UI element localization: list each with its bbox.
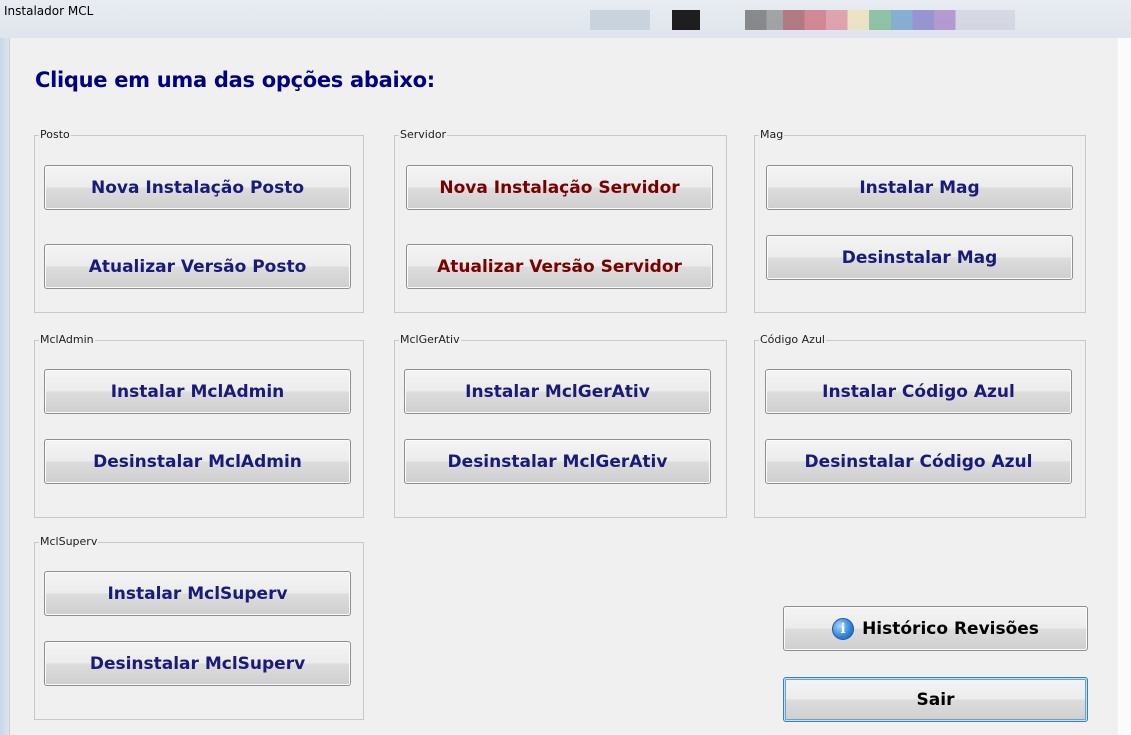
instalar-mclsuperv-button[interactable]: Instalar MclSuperv	[44, 571, 351, 616]
window-left-edge	[0, 38, 9, 735]
group-label-servidor: Servidor	[399, 128, 448, 142]
page-heading: Clique em uma das opções abaixo:	[35, 68, 435, 92]
nova-instalacao-posto-button[interactable]: Nova Instalação Posto	[44, 165, 351, 210]
atualizar-versao-posto-button[interactable]: Atualizar Versão Posto	[44, 244, 351, 289]
historico-revisoes-label: Histórico Revisões	[862, 618, 1039, 639]
group-label-mclsuperv: MclSuperv	[39, 535, 99, 549]
window-title: Instalador MCL	[4, 4, 94, 18]
instalar-codigo-azul-button[interactable]: Instalar Código Azul	[765, 369, 1072, 414]
group-label-codigo-azul: Código Azul	[759, 333, 826, 347]
desinstalar-mclsuperv-button[interactable]: Desinstalar MclSuperv	[44, 641, 351, 686]
instalar-mclgerativ-button[interactable]: Instalar MclGerAtiv	[404, 369, 711, 414]
instalar-mcladmin-button[interactable]: Instalar MclAdmin	[44, 369, 351, 414]
group-mclsuperv: MclSuperv	[34, 535, 364, 720]
window-right-edge	[1118, 38, 1131, 735]
group-mag: Mag	[754, 128, 1086, 313]
desinstalar-codigo-azul-button[interactable]: Desinstalar Código Azul	[765, 439, 1072, 484]
title-bar: Instalador MCL	[0, 0, 1131, 38]
title-bar-decoration	[672, 10, 700, 30]
info-icon: i	[832, 617, 855, 640]
title-bar-decoration	[590, 10, 650, 30]
instalar-mag-button[interactable]: Instalar Mag	[766, 165, 1073, 210]
atualizar-versao-servidor-button[interactable]: Atualizar Versão Servidor	[406, 244, 713, 289]
desinstalar-mclgerativ-button[interactable]: Desinstalar MclGerAtiv	[404, 439, 711, 484]
group-codigo-azul: Código Azul	[754, 333, 1086, 518]
group-mclgerativ: MclGerAtiv	[394, 333, 727, 518]
nova-instalacao-servidor-button[interactable]: Nova Instalação Servidor	[406, 165, 713, 210]
desinstalar-mag-button[interactable]: Desinstalar Mag	[766, 235, 1073, 280]
title-bar-decoration	[745, 10, 1015, 30]
sair-button[interactable]: Sair	[783, 677, 1088, 722]
group-label-mclgerativ: MclGerAtiv	[399, 333, 461, 347]
group-label-mcladmin: MclAdmin	[39, 333, 95, 347]
desinstalar-mcladmin-button[interactable]: Desinstalar MclAdmin	[44, 439, 351, 484]
group-mcladmin: MclAdmin	[34, 333, 364, 518]
group-label-posto: Posto	[39, 128, 71, 142]
group-label-mag: Mag	[759, 128, 785, 142]
historico-revisoes-button[interactable]: i Histórico Revisões	[783, 606, 1088, 651]
